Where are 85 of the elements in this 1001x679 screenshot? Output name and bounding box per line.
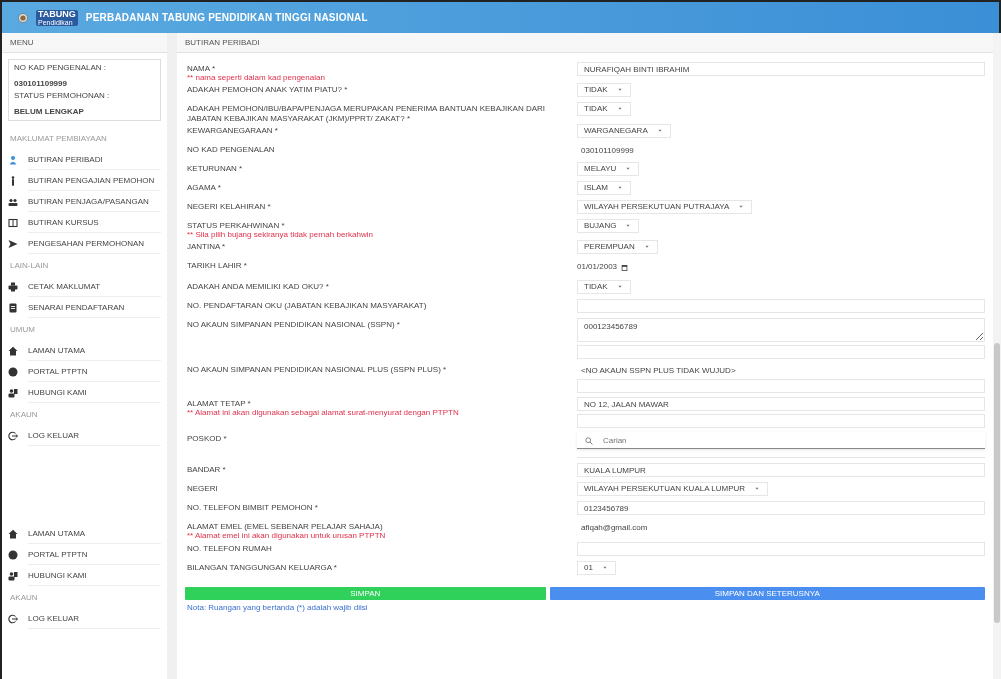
section-heading: AKAUN <box>9 592 39 604</box>
text-field[interactable] <box>577 379 985 394</box>
field-value: <NO AKAUN SSPN PLUS TIDAK WUJUD> <box>580 365 737 378</box>
text-area[interactable]: 000123456789 <box>577 318 985 343</box>
field-label: STATUS PERKAHWINAN * <box>187 220 286 230</box>
menu-item[interactable]: HUBUNGI KAMI <box>2 382 167 403</box>
section-title: BUTIRAN PERIBADI <box>185 36 260 49</box>
field-label: ADAKAH PEMOHON/IBU/BAPA/PENJAGA MERUPAKAN PENERIMA BANTUAN KEBAJIKAN DARI JABATAN KEBAJIKAN MASYARAKAT (JKM)/PPRT/ ZAKAT? * <box>187 104 546 123</box>
calendar-icon <box>621 263 629 271</box>
menu-item[interactable]: LAMAN UTAMA <box>2 340 167 361</box>
hint-text: ** Sila pilih bujang sekiranya tidak pernah berkahwin <box>187 229 374 240</box>
text-field[interactable]: NURAFIQAH BINTI IBRAHIM <box>577 62 985 76</box>
page-title: PERBADANAN TABUNG PENDIDIKAN TINGGI NASIONAL <box>85 11 368 25</box>
field-label: TARIKH LAHIR * <box>187 261 248 271</box>
date-value: 01/01/2003 <box>577 261 619 274</box>
field-label: BILANGAN TANGGUNGAN KELUARGA * <box>187 562 338 572</box>
field-label: ADAKAH ANDA MEMILIKI KAD OKU? * <box>187 282 330 292</box>
section-heading: UMUM <box>9 324 36 336</box>
field-label: NO KAD PENGENALAN <box>187 144 276 154</box>
text-field[interactable]: NO 12, JALAN MAWAR <box>577 397 985 412</box>
menu-title: MENU <box>10 36 34 49</box>
field-label: AGAMA * <box>187 182 222 192</box>
dropdown[interactable]: TIDAK <box>577 83 631 98</box>
dropdown[interactable]: PEREMPUAN <box>577 240 658 255</box>
dropdown[interactable]: BUJANG <box>577 218 640 233</box>
field-label: NAMA * <box>187 64 216 74</box>
info-label: STATUS PERMOHONAN : <box>14 90 110 102</box>
scrollbar[interactable] <box>993 33 1001 679</box>
dropdown[interactable]: MELAYU <box>577 161 640 176</box>
field-value: 030101109999 <box>580 144 635 157</box>
field-label: NEGERI KELAHIRAN * <box>187 201 272 211</box>
text-field[interactable] <box>577 299 985 314</box>
dropdown[interactable]: ISLAM <box>577 180 631 195</box>
dropdown[interactable]: WILAYAH PERSEKUTUAN KUALA LUMPUR <box>577 482 769 497</box>
field-label: ADAKAH PEMOHON ANAK YATIM PIATU? * <box>187 85 349 95</box>
menu-item[interactable]: SENARAI PENDAFTARAN <box>2 297 167 318</box>
section-heading: LAIN-LAIN <box>9 260 50 272</box>
dropdown[interactable]: 01 <box>577 560 616 575</box>
menu-item[interactable]: CETAK MAKLUMAT <box>2 276 167 297</box>
field-label: JANTINA * <box>187 242 227 252</box>
menu-item[interactable]: BUTIRAN PENJAGA/PASANGAN <box>2 191 167 212</box>
dropdown[interactable]: WILAYAH PERSEKUTUAN PUTRAJAYA <box>577 199 753 214</box>
info-label: NO KAD PENGENALAN : <box>14 62 107 74</box>
field-label: NO AKAUN SIMPANAN PENDIDIKAN NASIONAL PLUS (SSPN PLUS) * <box>187 365 448 375</box>
search-icon <box>585 437 593 446</box>
field-label: POSKOD * <box>187 434 228 444</box>
info-value: 030101109999 <box>14 78 67 90</box>
field-label: NO. TELEFON BIMBIT PEMOHON * <box>187 503 319 513</box>
field-label: NEGERI <box>187 484 219 494</box>
dropdown[interactable]: WARGANEGARA <box>577 123 671 138</box>
menu-item[interactable]: PORTAL PTPTN <box>2 361 167 382</box>
menu-item[interactable]: BUTIRAN PERIBADI <box>2 149 167 170</box>
field-label: NO. TELEFON RUMAH <box>187 543 273 553</box>
text-field[interactable] <box>577 414 985 429</box>
dropdown[interactable]: TIDAK <box>577 102 631 117</box>
menu-item[interactable]: PENGESAHAN PERMOHONAN <box>2 233 167 254</box>
hint-text: ** Alamat emel ini akan digunakan untuk urusan PTPTN <box>187 531 387 541</box>
menu-item[interactable]: LOG KELUAR <box>2 425 167 446</box>
menu-item[interactable]: LOG KELUAR <box>2 608 167 629</box>
menu-item[interactable]: LAMAN UTAMA <box>2 523 167 544</box>
text-field[interactable]: 0123456789 <box>577 501 985 516</box>
note-text: Nota: Ruangan yang bertanda (*) adalah wajib diisi <box>186 601 369 614</box>
field-label: ALAMAT TETAP * <box>187 399 252 409</box>
emblem-icon <box>18 12 28 23</box>
field-label: NO. PENDAFTARAN OKU (JABATAN KEBAJIKAN MASYARAKAT) <box>187 301 428 311</box>
dropdown[interactable]: TIDAK <box>577 280 631 295</box>
field-label: KETURUNAN * <box>187 163 244 173</box>
info-value: BELUM LENGKAP <box>14 106 84 118</box>
text-field[interactable] <box>577 345 985 360</box>
section-heading: AKAUN <box>9 409 39 421</box>
field-label: BANDAR * <box>187 465 227 475</box>
text-field[interactable] <box>577 541 985 556</box>
section-heading: MAKLUMAT PEMBIAYAAN <box>9 133 108 145</box>
menu-item[interactable]: PORTAL PTPTN <box>2 544 167 565</box>
menu-item[interactable]: BUTIRAN KURSUS <box>2 212 167 233</box>
hint-text: ** Alamat ini akan digunakan sebagai alamat surat-menyurat dengan PTPTN <box>187 408 460 418</box>
field-label: KEWARGANEGARAAN * <box>187 125 279 135</box>
field-value: afiqah@gmail.com <box>580 522 649 535</box>
field-label: ALAMAT EMEL (EMEL SEBENAR PELAJAR SAHAJA) <box>187 522 384 532</box>
hint-text: ** nama seperti dalam kad pengenalan <box>187 73 326 83</box>
menu-item[interactable]: BUTIRAN PENGAJIAN PEMOHON <box>2 170 167 191</box>
field-label: NO AKAUN SIMPANAN PENDIDIKAN NASIONAL (SSPN) * <box>187 320 401 330</box>
search-field[interactable]: Carian <box>577 432 985 450</box>
menu-item[interactable]: HUBUNGI KAMI <box>2 565 167 586</box>
text-field[interactable]: KUALA LUMPUR <box>577 463 985 478</box>
